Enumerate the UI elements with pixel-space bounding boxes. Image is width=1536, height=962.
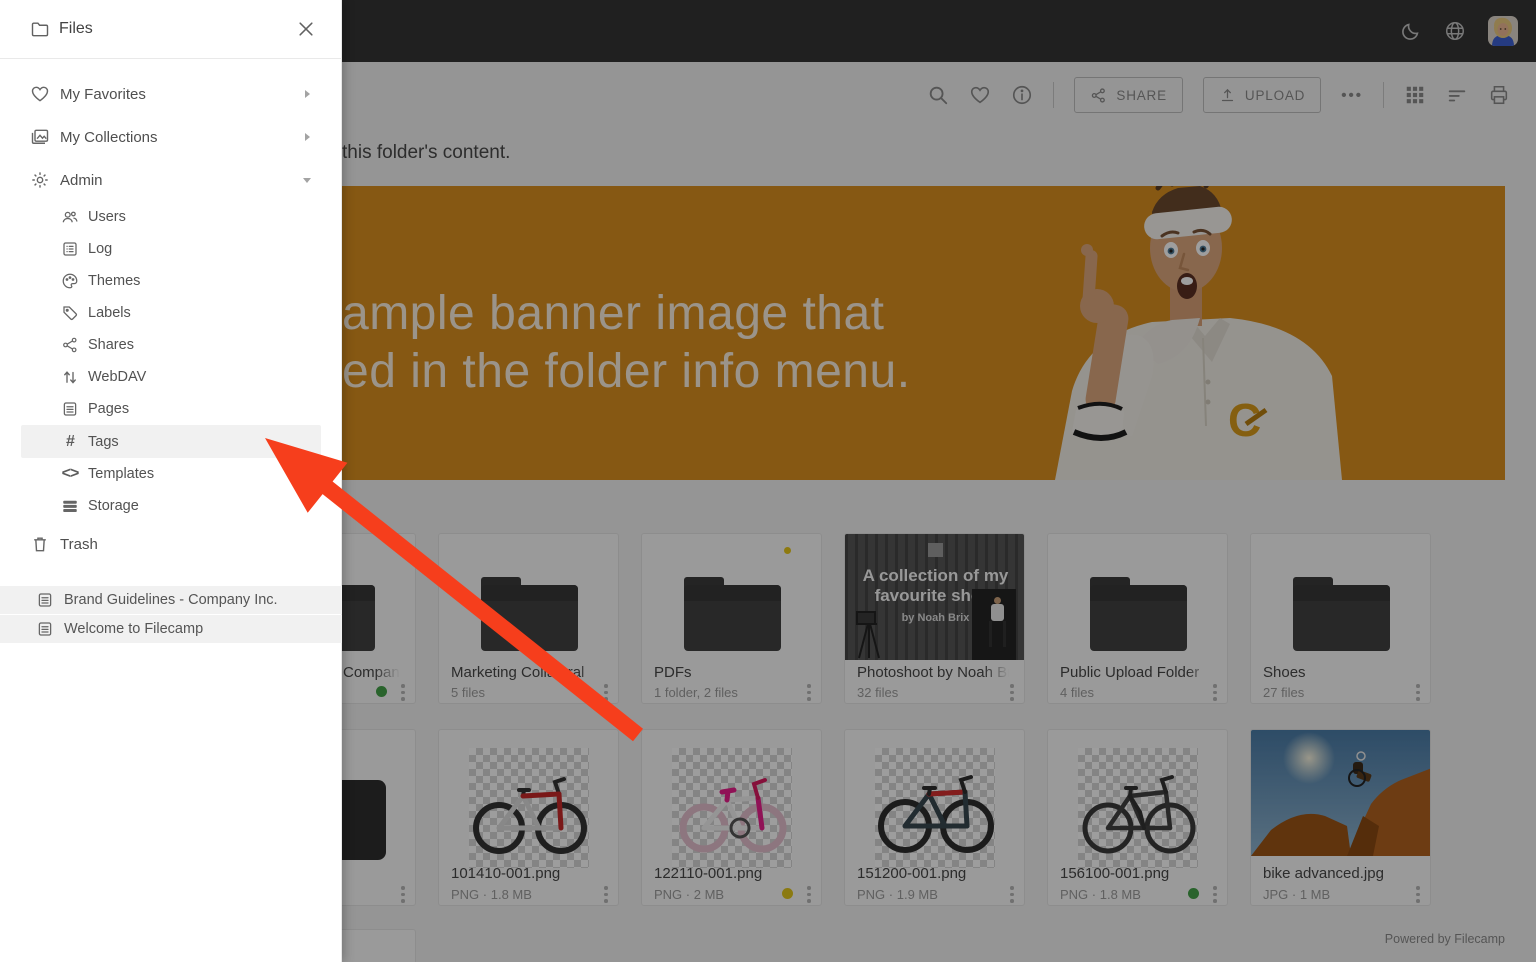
sidebar-item-admin[interactable]: Admin (0, 163, 342, 197)
sidebar-page-brand-guidelines[interactable]: Brand Guidelines - Company Inc. (0, 586, 342, 614)
sidebar-item-label: Trash (60, 536, 98, 553)
document-icon (36, 591, 54, 609)
tag-icon (61, 304, 79, 322)
sidebar-page-welcome[interactable]: Welcome to Filecamp (0, 615, 342, 643)
sidebar-item-label: Templates (88, 466, 154, 482)
storage-icon (61, 497, 79, 515)
sidebar-item-label: Users (88, 209, 126, 225)
collections-icon (30, 127, 50, 147)
filecamp-app: SHARE UPLOAD ••• (0, 0, 1536, 962)
hash-icon: # (61, 433, 79, 451)
drawer-header: Files (0, 0, 342, 59)
sidebar-item-my-collections[interactable]: My Collections (0, 120, 342, 154)
heart-icon (30, 84, 50, 104)
sidebar-item-my-favorites[interactable]: My Favorites (0, 77, 342, 111)
sidebar-item-label: Labels (88, 305, 131, 321)
sidebar-item-log[interactable]: Log (0, 233, 342, 265)
sidebar-item-label: WebDAV (88, 369, 146, 385)
chevron-right-icon (302, 132, 312, 142)
sidebar-item-label: My Collections (60, 129, 158, 146)
sidebar-page-label: Welcome to Filecamp (64, 621, 203, 637)
sidebar-item-themes[interactable]: Themes (0, 265, 342, 297)
sidebar-item-storage[interactable]: Storage (0, 490, 342, 522)
sidebar-item-labels[interactable]: Labels (0, 297, 342, 329)
sidebar-item-label: Shares (88, 337, 134, 353)
sidebar-item-label: Tags (88, 434, 119, 450)
sidebar-item-label: Pages (88, 401, 129, 417)
sidebar-item-label: Storage (88, 498, 139, 514)
folder-outline-icon (30, 19, 50, 39)
sidebar-item-tags[interactable]: # Tags (21, 425, 321, 458)
sidebar-item-label: My Favorites (60, 86, 146, 103)
sidebar-item-templates[interactable]: <> Templates (0, 458, 342, 490)
files-drawer: Files My Favorites My Collections (0, 0, 342, 962)
chevron-down-icon (302, 175, 312, 185)
close-icon[interactable] (296, 19, 316, 39)
sidebar-item-shares[interactable]: Shares (0, 329, 342, 361)
sidebar-item-webdav[interactable]: WebDAV (0, 361, 342, 393)
sidebar-item-label: Log (88, 241, 112, 257)
gear-icon (30, 170, 50, 190)
palette-icon (61, 272, 79, 290)
sidebar-item-pages[interactable]: Pages (0, 393, 342, 425)
sidebar-item-trash[interactable]: Trash (0, 527, 342, 561)
sidebar-item-label: Admin (60, 172, 103, 189)
sidebar-item-label: Themes (88, 273, 140, 289)
document-icon (61, 400, 79, 418)
sidebar-item-users[interactable]: Users (0, 201, 342, 233)
code-icon: <> (61, 465, 79, 483)
trash-icon (30, 534, 50, 554)
sidebar-page-label: Brand Guidelines - Company Inc. (64, 592, 278, 608)
updown-arrows-icon (61, 368, 79, 386)
document-icon (36, 620, 54, 638)
chevron-right-icon (302, 89, 312, 99)
users-icon (61, 208, 79, 226)
log-icon (61, 240, 79, 258)
share-icon (61, 336, 79, 354)
drawer-title: Files (59, 20, 93, 38)
